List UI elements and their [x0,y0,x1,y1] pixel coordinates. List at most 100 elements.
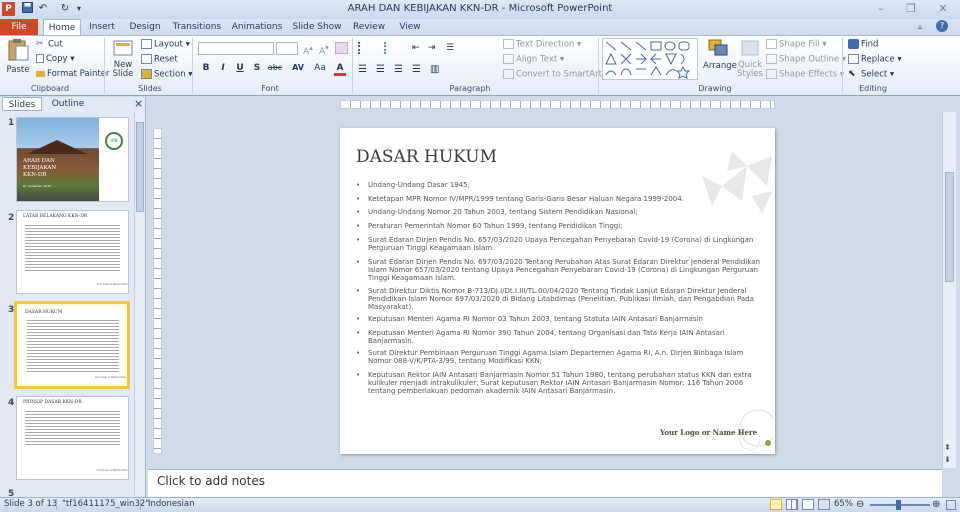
shrink-font-icon[interactable]: A▾ [319,43,329,57]
font-size-combo[interactable] [276,42,298,55]
zoom-out-icon[interactable]: ⊖ [856,499,864,510]
align-left-icon[interactable]: ☰ [358,64,367,75]
vertical-ruler[interactable] [153,128,162,454]
align-right-icon[interactable]: ☰ [394,64,403,75]
shadow-button[interactable]: S [251,63,263,76]
slide-title[interactable]: DASAR HUKUM [356,147,497,167]
tab-slide-show[interactable]: Slide Show [290,19,344,35]
new-slide-button[interactable]: New Slide [110,38,136,82]
reading-view-icon[interactable] [802,499,814,510]
zoom-slider-thumb[interactable] [896,500,901,510]
minimize-button[interactable]: – [866,1,896,17]
paint-bucket-icon [766,39,777,49]
bullet-item[interactable]: • Ketetapan MPR Nomor IV/MPR/1999 tentang… [356,195,760,203]
cut-button[interactable]: ✂ Cut [36,39,63,50]
character-spacing-button[interactable]: AV [289,63,307,76]
reset-button[interactable]: Reset [141,54,178,65]
clear-formatting-icon[interactable] [335,42,348,54]
tab-animations[interactable]: Animations [230,19,284,35]
slide-footer-logo[interactable]: Your Logo or Name Here [660,428,757,437]
quick-styles-button[interactable]: Quick Styles [735,38,765,82]
decrease-indent-icon[interactable]: ⇤ [412,43,420,53]
minimize-ribbon-icon[interactable]: ▵ [918,22,922,31]
align-center-icon[interactable]: ☰ [376,64,385,75]
tab-view[interactable]: View [394,19,426,35]
tab-slides-panel[interactable]: Slides [2,97,42,111]
bullet-item[interactable]: • Peraturan Pemerintah Nomor 60 Tahun 199… [356,222,760,230]
italic-button[interactable]: I [217,63,229,76]
grow-font-icon[interactable]: A▴ [303,43,313,57]
arrange-button[interactable]: Arrange [703,38,737,82]
tab-transitions[interactable]: Transitions [170,19,224,35]
bullet-item[interactable]: • Keputusan Menteri Agama RI Nomor 03 Tah… [356,315,760,323]
zoom-level[interactable]: 65% [834,499,853,509]
tab-insert[interactable]: Insert [85,19,119,35]
zoom-in-icon[interactable]: ⊕ [932,499,940,510]
strikethrough-button[interactable]: abc [266,63,284,76]
tab-design[interactable]: Design [125,19,165,35]
editor-scroll-thumb[interactable] [945,172,954,282]
tab-file[interactable]: File [0,19,38,35]
section-button[interactable]: Section ▾ [141,69,193,80]
layout-button[interactable]: Layout ▾ [141,39,190,50]
font-name-combo[interactable] [198,42,274,55]
slide-thumbnail-selected[interactable]: DASAR HUKUM Your Logo or Name Here [14,301,130,389]
bullet-item[interactable]: • Surat Edaran Dirjen Pendis No. 697/03/2… [356,258,760,282]
slide-thumbnail[interactable]: ARAH DAN KEBIJAKAN KKN-DR Dr. Sulaiman, … [16,117,129,202]
shape-fill-button[interactable]: Shape Fill ▾ [766,39,827,50]
close-panel-icon[interactable]: × [134,97,143,110]
slide-sorter-icon[interactable] [786,499,798,510]
change-case-button[interactable]: Aa [312,63,328,76]
panel-scrollbar[interactable] [134,112,145,496]
bullet-item[interactable]: • Keputusan Menteri Agama RI Nomor 390 Ta… [356,329,760,345]
status-divider [140,499,141,510]
horizontal-ruler[interactable] [340,100,775,109]
tab-home[interactable]: Home [43,19,81,36]
normal-view-icon[interactable] [770,499,782,510]
prev-slide-icon[interactable]: ⇞ [944,443,951,452]
notes-placeholder[interactable]: Click to add notes [157,474,265,488]
bullet-item[interactable]: • Surat Edaran Dirjen Pendis No. 657/03/2… [356,236,760,252]
bullet-item[interactable]: • Keputusan Rektor IAIN Antasari Banjarma… [356,371,760,395]
smartart-icon [503,69,514,79]
tab-outline-panel[interactable]: Outline [46,97,90,111]
shape-effects-button[interactable]: Shape Effects ▾ [766,69,844,80]
format-painter-button[interactable]: Format Painter [36,69,109,79]
justify-icon[interactable]: ☰ [412,64,421,75]
paste-button[interactable]: Paste [5,38,31,82]
close-button[interactable]: ✕ [928,1,958,17]
convert-smartart-button[interactable]: Convert to SmartArt ▾ [503,69,609,80]
language-indicator[interactable]: Indonesian [148,499,195,509]
align-text-button[interactable]: Align Text ▾ [503,54,564,65]
find-button[interactable]: Find [848,39,878,50]
notes-pane[interactable] [148,469,942,497]
replace-button[interactable]: Replace ▾ [848,54,902,65]
select-button[interactable]: ⬉ Select ▾ [848,69,894,80]
panel-scroll-thumb[interactable] [136,122,144,212]
columns-icon[interactable]: ▥ [430,64,439,75]
fit-to-window-icon[interactable] [946,500,956,510]
slide-thumbnail[interactable]: PRINSIP DASAR KKN-DR Your Logo or Name H… [16,396,129,480]
line-spacing-icon[interactable]: ☰ [446,43,454,53]
slideshow-icon[interactable] [818,499,830,510]
numbering-button[interactable] [384,42,404,54]
bullet-item[interactable]: • Undang-Undang Nomor 20 Tahun 2003, tent… [356,208,760,216]
next-slide-icon[interactable]: ⇟ [944,455,951,464]
text-direction-button[interactable]: Text Direction ▾ [503,39,581,50]
help-icon[interactable]: ? [936,20,948,32]
bold-button[interactable]: B [200,63,212,76]
tab-review[interactable]: Review [350,19,388,35]
shape-outline-button[interactable]: Shape Outline ▾ [766,54,846,65]
increase-indent-icon[interactable]: ⇥ [428,43,436,53]
shapes-gallery[interactable] [602,38,698,80]
editor-scrollbar[interactable] [942,112,956,468]
font-color-button[interactable]: A [334,63,346,76]
bullet-item[interactable]: • Surat Direktur Pembinaan Perguruan Ting… [356,349,760,365]
bullets-button[interactable] [358,42,378,54]
slide-thumbnail[interactable]: LATAR BELAKANG KKN-DR Your Logo or Name … [16,210,129,294]
restore-button[interactable]: ❐ [896,1,926,17]
bullet-item[interactable]: • Undang-Undang Dasar 1945; [356,181,760,189]
bullet-item[interactable]: • Surat Direktur Diktis Nomor B-713/DJ.I/… [356,287,760,311]
copy-button[interactable]: Copy ▾ [36,54,75,64]
underline-button[interactable]: U [234,63,246,76]
